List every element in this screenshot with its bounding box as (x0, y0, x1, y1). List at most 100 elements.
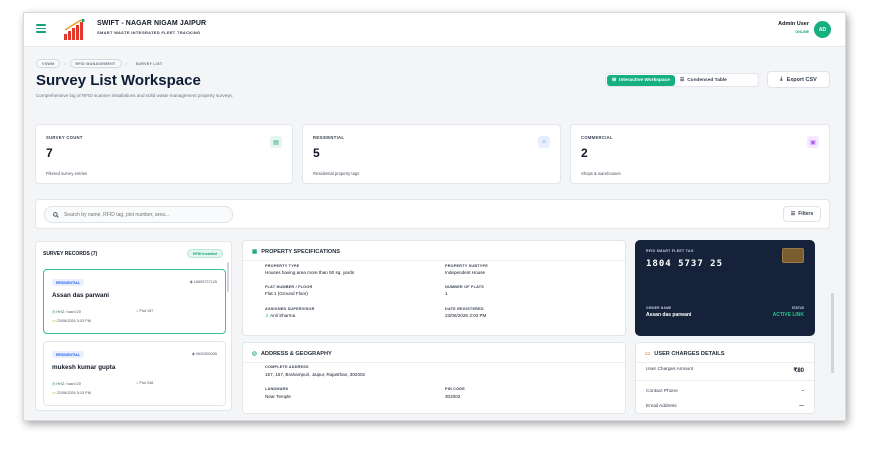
rfid-number: 18695737125 (193, 280, 217, 284)
field-value: 157, 157, Brahampuri, Jaipur, Rajasthan,… (265, 372, 366, 377)
charges-row: User Charges Amount ₹80 (646, 367, 804, 374)
filters-button[interactable]: ☰ Filters (783, 206, 821, 222)
list-icon: ☰ (679, 77, 685, 83)
email-row: Email Address — (646, 404, 804, 409)
export-csv-label: Export CSV (786, 76, 817, 83)
ward-text: HHZ / ward 20 (56, 382, 81, 386)
date: ▭ 23/06/2026 3:03 PM (52, 318, 91, 323)
menu-icon[interactable] (36, 24, 46, 33)
filter-icon: ☰ (790, 211, 796, 217)
ward: ◎ HHZ / ward 20 (52, 381, 81, 386)
ward-text: HHZ / ward 20 (56, 310, 81, 314)
search-icon (53, 211, 59, 218)
stat-note: Shops & warehouses (581, 171, 621, 176)
field-value: ♙ Anil Sharma (265, 313, 295, 319)
field-value: Flat 1 (Ground Floor) (265, 291, 308, 296)
page-subtitle: Comprehensive log of RFID scanner instal… (36, 93, 234, 98)
breadcrumb-item[interactable]: VSWM (36, 59, 61, 68)
divider (243, 260, 625, 261)
field-label: PIN CODE (445, 387, 465, 391)
home-icon: ⌂ (538, 136, 550, 148)
user-status: ONLINE (795, 30, 809, 34)
survey-records-panel: SURVEY RECORDS (7) RFID Installed RESIDE… (35, 241, 232, 411)
stat-label: RESIDENTIAL (313, 135, 345, 140)
user-charges-heading: USER CHARGES DETAILS (654, 351, 725, 357)
field-label: PROPERTY SUBTYPE (445, 264, 489, 268)
field-label: FLAT NUMBER / FLOOR (265, 285, 313, 289)
chip-icon (782, 248, 804, 263)
stat-card-commercial: COMMERCIAL 2 Shops & warehouses ▣ (570, 124, 830, 184)
search-box[interactable] (44, 206, 233, 223)
type-badge: RESIDENTIAL (52, 279, 84, 286)
field-label: DATE REGISTERED (445, 307, 484, 311)
stat-note: Filtered survey entries (46, 171, 88, 176)
divider (243, 362, 625, 363)
breadcrumb-current: SURVEY LIST (135, 61, 163, 66)
brand-subtitle: SMART WASTE INTEGRATED FLEET TRACKING (97, 30, 201, 35)
rfid-card-label: RFID SMART FLEET TAG (646, 249, 694, 253)
scrollbar[interactable] (831, 293, 834, 373)
record-name: Assan das parwani (52, 292, 110, 299)
list-item[interactable]: RESIDENTIAL ◈ 18695737125 Assan das parw… (43, 269, 226, 334)
field-value: Houses having area more than 50 sq. yard… (265, 270, 355, 275)
rfid-tag-card: RFID SMART FLEET TAG 1804 5737 25 OWNER … (635, 240, 815, 336)
records-title: SURVEY RECORDS (7) (43, 251, 98, 257)
card-heading: ▦ PROPERTY SPECIFICATIONS (252, 249, 340, 255)
rfid-installed-badge: RFID Installed (187, 249, 223, 258)
stat-value: 7 (46, 146, 53, 160)
plot: ⌂ Plot 157 (136, 309, 153, 313)
phone-value: – (801, 389, 804, 394)
breadcrumb-item[interactable]: RFID MANAGEMENT (69, 59, 122, 68)
status-value: ACTIVE LINK (772, 312, 804, 318)
stat-value: 2 (581, 146, 588, 160)
date: ▭ 22/06/2026 5:15 PM (52, 390, 91, 395)
page-title: Survey List Workspace (36, 72, 201, 89)
app-window: SWIFT - NAGAR NIGAM JAIPUR SMART WASTE I… (23, 12, 846, 421)
email-label: Email Address (646, 404, 677, 409)
list-item[interactable]: RESIDENTIAL ◈ 0620900035 mukesh kumar gu… (43, 341, 226, 406)
scrollbar[interactable] (227, 262, 229, 292)
divider (636, 362, 814, 363)
rfid-tag: ◈ 18695737125 (190, 279, 217, 284)
condensed-table-label: Condensed Table (687, 77, 727, 83)
rfid-tag: ◈ 0620900035 (192, 351, 217, 356)
search-input[interactable] (64, 211, 214, 218)
top-bar: SWIFT - NAGAR NIGAM JAIPUR SMART WASTE I… (24, 13, 845, 47)
owner-value: Assan das parwani (646, 312, 692, 318)
plot-text: Plot 248 (139, 381, 154, 385)
stat-note: Residential property tags (313, 171, 360, 176)
ward: ◎ HHZ / ward 20 (52, 309, 81, 314)
interactive-workspace-button[interactable]: ⊞ Interactive Workspace (607, 74, 675, 86)
export-csv-button[interactable]: ⤓ Export CSV (767, 71, 830, 88)
rfid-card-number: 1804 5737 25 (646, 259, 724, 269)
grid-icon: ⊞ (612, 77, 617, 83)
date-text: 22/06/2026 5:15 PM (56, 391, 91, 395)
property-specifications-card: ▦ PROPERTY SPECIFICATIONS PROPERTY TYPE … (242, 240, 626, 336)
user-charges-card: ▭ USER CHARGES DETAILS User Charges Amou… (635, 342, 815, 414)
file-icon: ▤ (270, 136, 282, 148)
amount-label: User Charges Amount (646, 367, 694, 372)
condensed-table-button[interactable]: ☰ Condensed Table (675, 75, 732, 86)
field-label: PROPERTY TYPE (265, 264, 300, 268)
address-card: ◎ ADDRESS & GEOGRAPHY COMPLETE ADDRESS 1… (242, 342, 626, 414)
supervisor-name: Anil Sharma (270, 313, 296, 318)
plot-text: Plot 157 (139, 309, 154, 313)
record-name: mukesh kumar gupta (52, 364, 116, 371)
status-label: STATUS (791, 306, 804, 310)
user-name: Admin User (778, 21, 809, 27)
divider (636, 380, 814, 381)
card-heading: ▭ USER CHARGES DETAILS (645, 351, 724, 357)
stat-value: 5 (313, 146, 320, 160)
plot: ⌂ Plot 248 (136, 381, 153, 385)
date-text: 23/06/2026 3:03 PM (56, 319, 91, 323)
field-value: 23/06/2026 3:03 PM (445, 313, 487, 318)
phone-label: Contact Phone (646, 389, 678, 394)
field-value: Near Temple (265, 394, 291, 399)
logo-icon (64, 18, 85, 40)
avatar[interactable]: AD (814, 21, 831, 38)
field-label: NUMBER OF FLATS (445, 285, 484, 289)
search-bar: ☰ Filters (35, 199, 830, 229)
field-value: Independent House (445, 270, 486, 275)
stat-label: COMMERCIAL (581, 135, 613, 140)
shop-icon: ▣ (807, 136, 819, 148)
